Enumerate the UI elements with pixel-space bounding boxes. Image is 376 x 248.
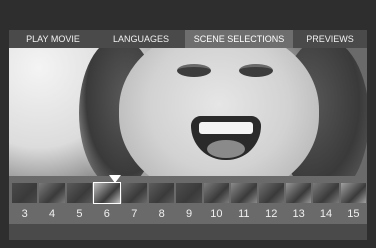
scene-thumbnail[interactable] — [121, 182, 148, 204]
scene-thumbnail-image — [313, 183, 339, 203]
menu-previews[interactable]: PREVIEWS — [293, 30, 367, 48]
child-face — [119, 48, 319, 176]
scene-number[interactable]: 13 — [285, 207, 312, 221]
menu-scene-selections[interactable]: SCENE SELECTIONS — [185, 30, 293, 48]
scene-thumbnail[interactable] — [66, 182, 93, 204]
scene-thumbnail[interactable] — [258, 182, 285, 204]
scene-thumbnail-image — [340, 183, 367, 203]
dvd-menu-screen: PLAY MOVIE LANGUAGES SCENE SELECTIONS PR… — [0, 0, 376, 248]
scene-number[interactable]: 12 — [258, 207, 285, 221]
mouth — [191, 116, 261, 160]
scene-number[interactable]: 14 — [312, 207, 339, 221]
scene-thumbnail[interactable] — [203, 182, 230, 204]
scene-thumbnail-image — [93, 182, 121, 204]
scene-thumbnail-image — [231, 183, 257, 203]
scene-thumbnail-image — [176, 183, 202, 203]
scene-thumbnail-row — [11, 182, 367, 204]
scene-thumbnail-image — [203, 183, 230, 203]
menu-play-movie[interactable]: PLAY MOVIE — [9, 30, 97, 48]
scene-thumbnail-image — [12, 183, 38, 203]
scene-thumbnail[interactable] — [148, 182, 175, 204]
scene-number[interactable]: 10 — [203, 207, 230, 221]
scene-thumbnail[interactable] — [230, 182, 257, 204]
scene-number[interactable]: 9 — [175, 207, 202, 221]
scene-thumbnail-image — [39, 183, 65, 203]
scene-number[interactable]: 7 — [121, 207, 148, 221]
scene-thumbnail[interactable] — [11, 182, 38, 204]
top-menu-bar: PLAY MOVIE LANGUAGES SCENE SELECTIONS PR… — [9, 30, 367, 48]
scene-number-row: 3 4 5 6 7 8 9 10 11 12 13 14 15 — [11, 207, 367, 221]
scene-number[interactable]: 3 — [11, 207, 38, 221]
menu-languages[interactable]: LANGUAGES — [97, 30, 185, 48]
tongue — [207, 140, 245, 158]
teeth — [199, 122, 253, 134]
left-eye — [177, 64, 211, 77]
scene-thumbnail[interactable] — [340, 182, 367, 204]
scene-thumbnail[interactable] — [285, 182, 312, 204]
scene-thumbnail-image — [148, 183, 175, 203]
scene-number[interactable]: 8 — [148, 207, 175, 221]
scene-number[interactable]: 4 — [38, 207, 65, 221]
scene-thumbnail[interactable] — [175, 182, 202, 204]
scene-thumbnail-image — [258, 183, 284, 203]
scene-thumbnail[interactable] — [38, 182, 65, 204]
scene-thumbnail[interactable] — [93, 182, 121, 204]
scene-number[interactable]: 5 — [66, 207, 93, 221]
scene-number[interactable]: 11 — [230, 207, 257, 221]
bottom-bar — [9, 224, 367, 240]
scene-thumbnail[interactable] — [312, 182, 339, 204]
scene-thumbnail-image — [121, 183, 147, 203]
scene-number[interactable]: 15 — [340, 207, 367, 221]
scene-thumbnail-image — [66, 183, 93, 203]
background-photo — [9, 48, 367, 176]
scene-number[interactable]: 6 — [93, 207, 120, 221]
right-eye — [239, 64, 273, 77]
scene-thumbnail-image — [285, 183, 312, 203]
scene-strip: 3 4 5 6 7 8 9 10 11 12 13 14 15 — [9, 175, 367, 224]
